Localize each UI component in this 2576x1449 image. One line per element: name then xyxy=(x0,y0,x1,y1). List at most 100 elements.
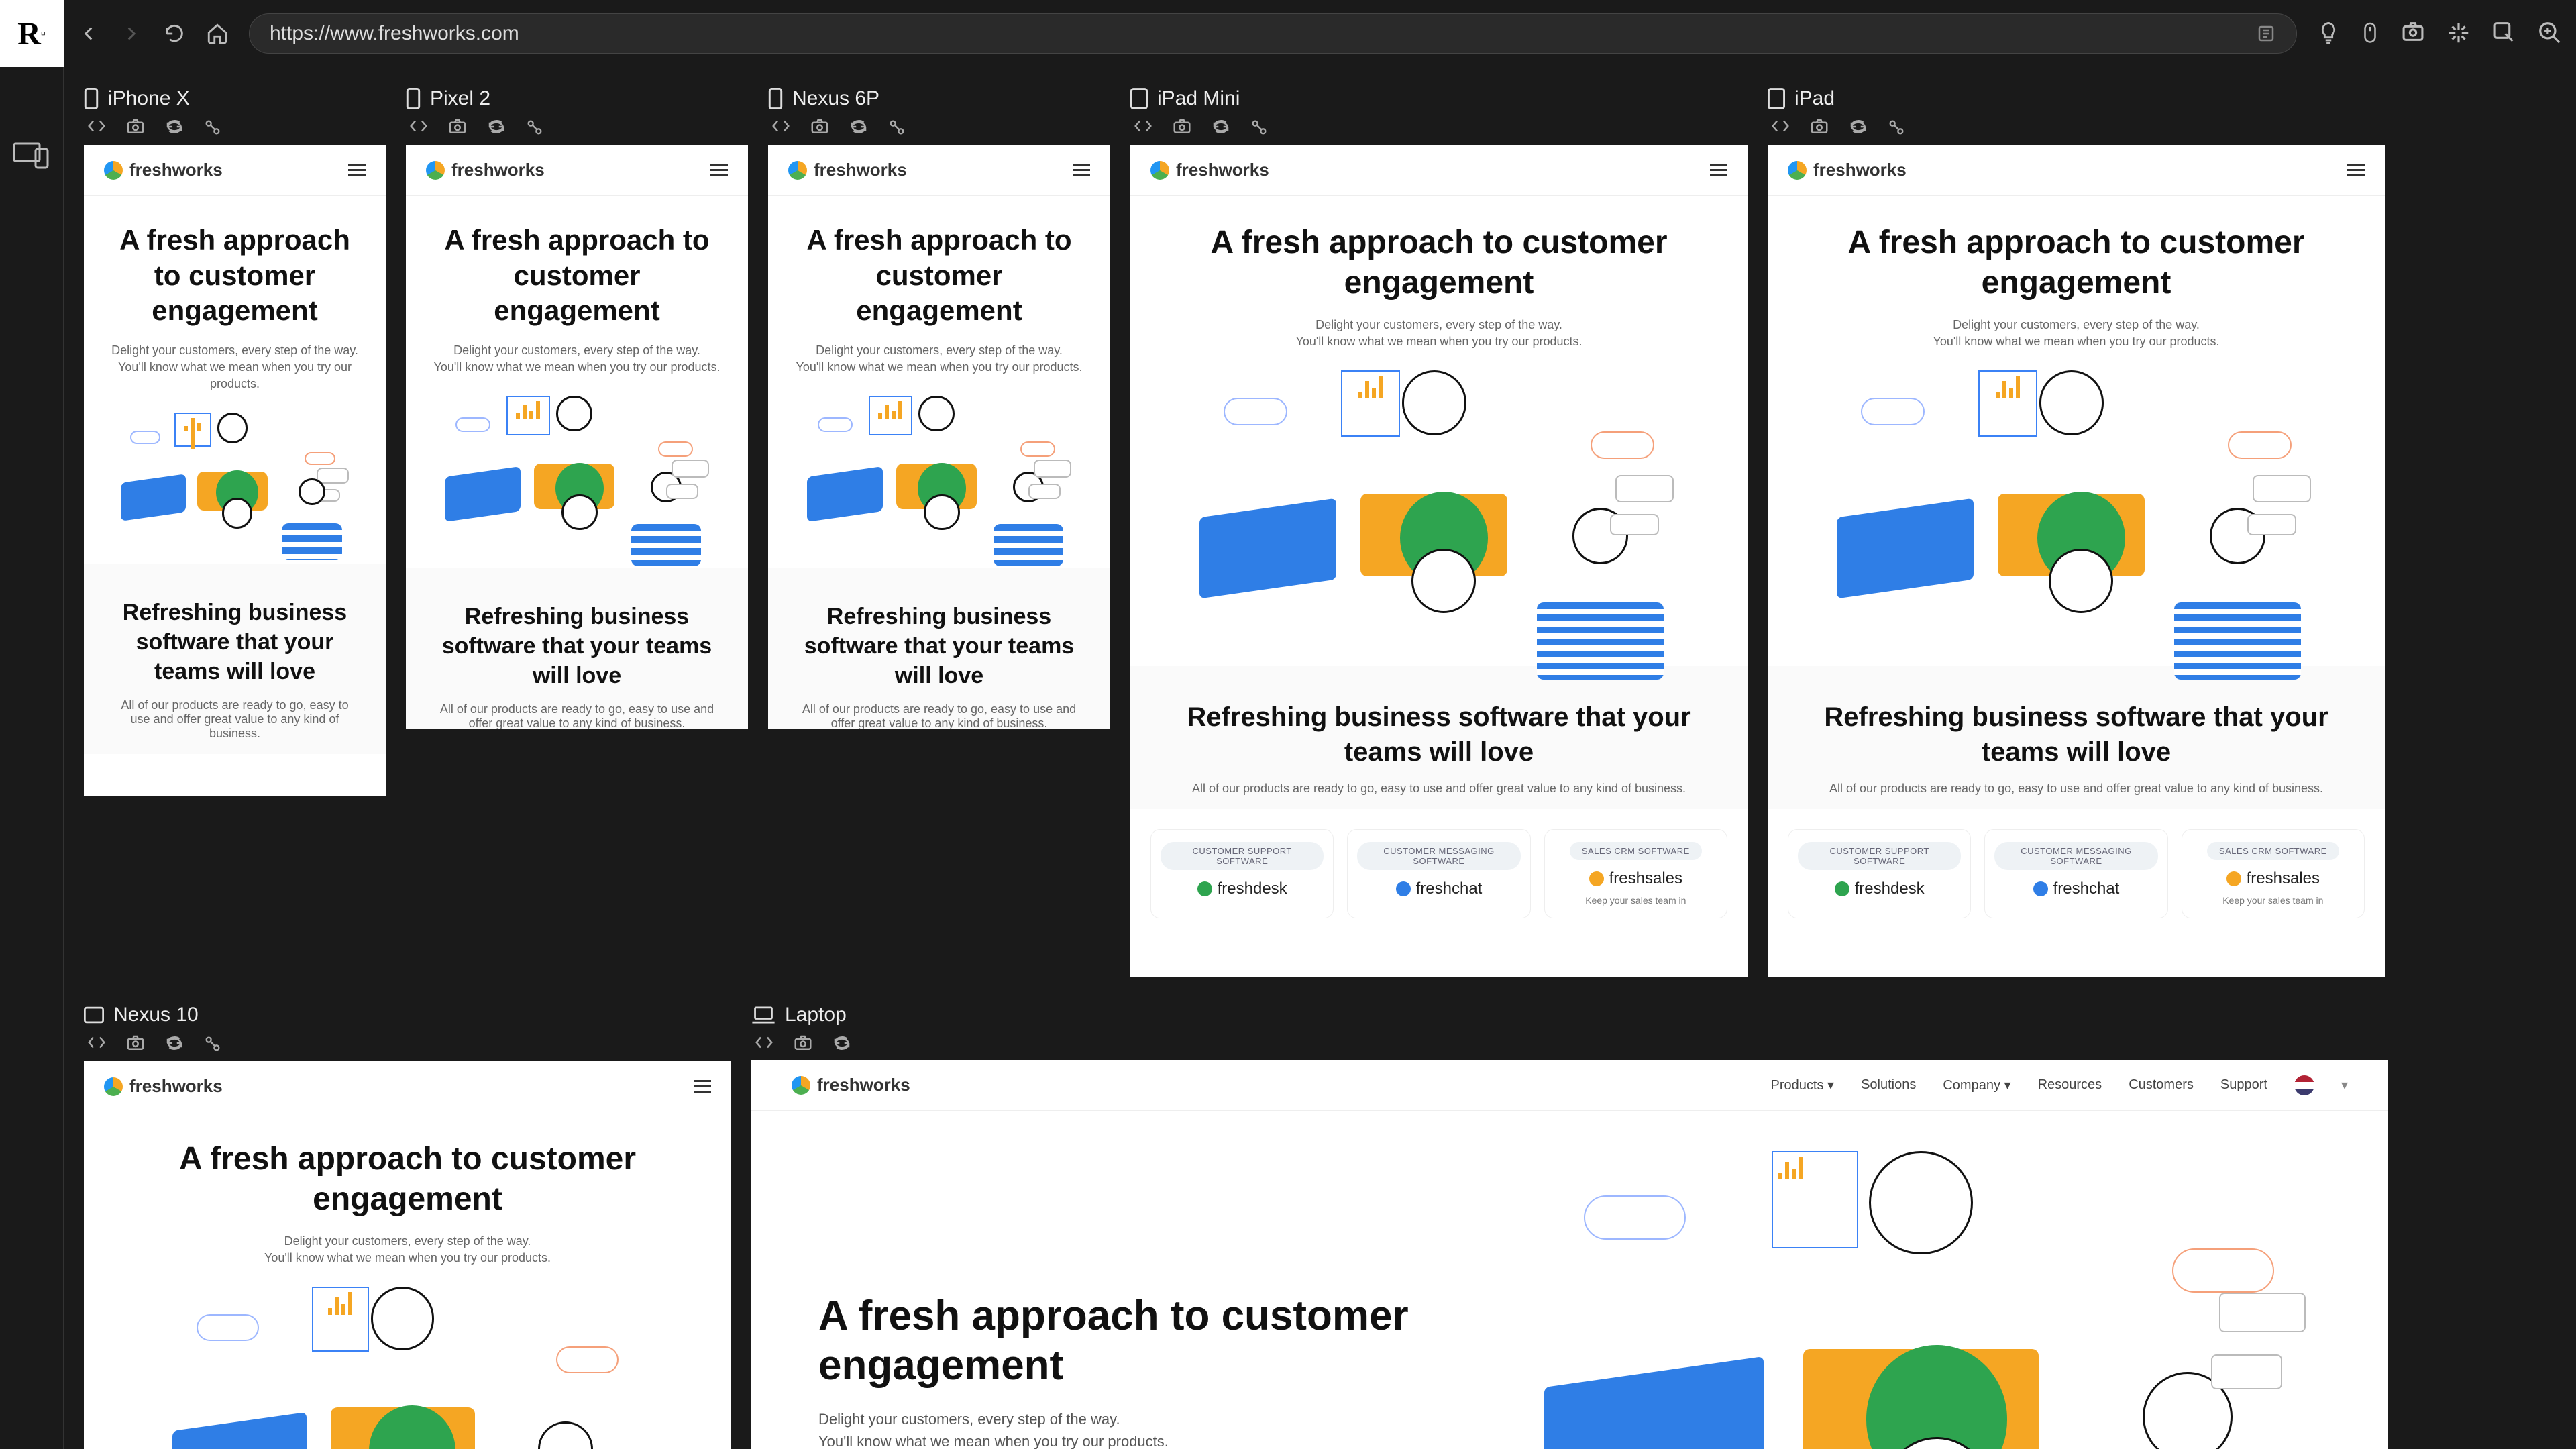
camera-icon[interactable] xyxy=(125,118,146,137)
site-logo[interactable]: freshworks xyxy=(1788,160,1907,180)
zoom-icon[interactable] xyxy=(2537,20,2563,47)
devtools-icon[interactable] xyxy=(771,118,791,137)
nav-products[interactable]: Products ▾ xyxy=(1771,1077,1835,1093)
devtools-icon[interactable] xyxy=(1133,118,1153,137)
nav-solutions[interactable]: Solutions xyxy=(1861,1077,1916,1093)
hamburger-icon[interactable] xyxy=(348,164,366,176)
devtools-icon[interactable] xyxy=(87,1034,107,1053)
left-rail: R▫ xyxy=(0,0,64,1449)
device-toolbar xyxy=(84,118,386,137)
right-tools xyxy=(2317,20,2563,47)
rotate-icon[interactable] xyxy=(849,118,869,137)
camera-icon[interactable] xyxy=(793,1034,813,1052)
hamburger-icon[interactable] xyxy=(2347,164,2365,176)
devices-icon[interactable] xyxy=(11,134,52,174)
site-logo[interactable]: freshworks xyxy=(788,160,907,180)
phone-icon xyxy=(84,88,99,109)
reader-mode-icon[interactable] xyxy=(2256,23,2276,44)
locale-flag-icon[interactable] xyxy=(2294,1075,2314,1095)
touch-icon[interactable] xyxy=(525,118,544,137)
rotate-icon[interactable] xyxy=(164,118,184,137)
camera-icon[interactable] xyxy=(810,118,830,137)
preview-nexus-10[interactable]: freshworks A fresh approach to customer … xyxy=(84,1061,731,1449)
product-cards: CUSTOMER SUPPORT SOFTWAREfreshdesk CUSTO… xyxy=(1130,809,1748,938)
hero-illustration xyxy=(1194,370,1683,645)
section2-title: Refreshing business software that your t… xyxy=(111,598,359,687)
card-freshchat[interactable]: CUSTOMER MESSAGING SOFTWAREfreshchat xyxy=(1347,829,1530,918)
device-nexus-6p: Nexus 6P freshworks A fresh approach to … xyxy=(768,87,1110,729)
site-logo[interactable]: freshworks xyxy=(426,160,545,180)
site-logo[interactable]: freshworks xyxy=(104,160,223,180)
hero-illustration xyxy=(1536,1151,2321,1449)
site-logo[interactable]: freshworks xyxy=(1150,160,1269,180)
camera-icon[interactable] xyxy=(1809,118,1829,137)
nav-company[interactable]: Company ▾ xyxy=(1943,1077,2010,1093)
preview-ipad[interactable]: freshworks A fresh approach to customer … xyxy=(1768,145,2385,977)
card-freshchat[interactable]: CUSTOMER MESSAGING SOFTWAREfreshchat xyxy=(1984,829,2167,918)
rotate-icon[interactable] xyxy=(1211,118,1231,137)
site-logo[interactable]: freshworks xyxy=(104,1076,223,1097)
rotate-icon[interactable] xyxy=(1848,118,1868,137)
preview-pixel-2[interactable]: freshworks A fresh approach to customer … xyxy=(406,145,748,729)
phone-icon xyxy=(768,88,783,109)
devtools-icon[interactable] xyxy=(754,1034,774,1052)
touch-icon[interactable] xyxy=(1250,118,1269,137)
hero-illustration xyxy=(1831,370,2320,645)
touch-icon[interactable] xyxy=(203,118,222,137)
laptop-icon xyxy=(751,1006,775,1024)
hero-title: A fresh approach to customer engagement xyxy=(108,223,362,329)
device-nexus-10: Nexus 10 freshworks A fresh approach to … xyxy=(84,1004,731,1449)
home-button[interactable] xyxy=(206,22,229,45)
reload-button[interactable] xyxy=(163,22,186,45)
nav-support[interactable]: Support xyxy=(2220,1077,2267,1093)
card-freshsales[interactable]: SALES CRM SOFTWAREfreshsalesKeep your sa… xyxy=(1544,829,1727,918)
card-freshsales[interactable]: SALES CRM SOFTWAREfreshsalesKeep your sa… xyxy=(2182,829,2365,918)
card-freshdesk[interactable]: CUSTOMER SUPPORT SOFTWAREfreshdesk xyxy=(1788,829,1971,918)
rotate-icon[interactable] xyxy=(486,118,506,137)
card-freshdesk[interactable]: CUSTOMER SUPPORT SOFTWAREfreshdesk xyxy=(1150,829,1334,918)
nav-resources[interactable]: Resources xyxy=(2038,1077,2102,1093)
camera-icon[interactable] xyxy=(1172,118,1192,137)
devtools-icon[interactable] xyxy=(87,118,107,137)
camera-icon[interactable] xyxy=(125,1034,146,1053)
forward-button[interactable] xyxy=(120,22,143,45)
url-bar[interactable]: https://www.freshworks.com xyxy=(249,13,2297,54)
preview-ipad-mini[interactable]: freshworks A fresh approach to customer … xyxy=(1130,145,1748,977)
rotate-icon[interactable] xyxy=(832,1034,852,1052)
hero-illustration xyxy=(168,1287,647,1449)
devtools-icon[interactable] xyxy=(409,118,429,137)
bulb-icon[interactable] xyxy=(2317,20,2340,47)
main-area: https://www.freshworks.com iPhone X xyxy=(64,0,2576,1449)
device-ipad: iPad freshworks A fresh approach to cust… xyxy=(1768,87,2385,977)
app-logo[interactable]: R▫ xyxy=(0,0,64,67)
rotate-icon[interactable] xyxy=(164,1034,184,1053)
back-button[interactable] xyxy=(77,22,100,45)
hamburger-icon[interactable] xyxy=(1073,164,1090,176)
phone-icon xyxy=(406,88,421,109)
site-nav: Products ▾ Solutions Company ▾ Resources… xyxy=(1771,1075,2348,1095)
preview-iphone-x[interactable]: freshworks A fresh approach to customer … xyxy=(84,145,386,796)
screenshot-icon[interactable] xyxy=(2400,20,2426,47)
hero-illustration xyxy=(804,396,1075,548)
hero-illustration xyxy=(118,413,352,544)
hamburger-icon[interactable] xyxy=(710,164,728,176)
inspect-icon[interactable] xyxy=(2491,20,2517,47)
device-laptop: Laptop freshworks Products ▾ Solutions xyxy=(751,1004,2388,1449)
tablet-icon xyxy=(84,1006,104,1024)
nav-customers[interactable]: Customers xyxy=(2129,1077,2194,1093)
preview-laptop[interactable]: freshworks Products ▾ Solutions Company … xyxy=(751,1060,2388,1449)
touch-icon[interactable] xyxy=(1887,118,1906,137)
sparkle-icon[interactable] xyxy=(2446,20,2471,47)
devtools-icon[interactable] xyxy=(1770,118,1790,137)
preview-grid: iPhone X freshworks A xyxy=(64,67,2576,1449)
hamburger-icon[interactable] xyxy=(694,1080,711,1093)
hamburger-icon[interactable] xyxy=(1710,164,1727,176)
camera-icon[interactable] xyxy=(447,118,468,137)
preview-nexus-6p[interactable]: freshworks A fresh approach to customer … xyxy=(768,145,1110,729)
tablet-icon xyxy=(1768,88,1785,109)
site-logo[interactable]: freshworks xyxy=(792,1075,910,1095)
touch-icon[interactable] xyxy=(888,118,906,137)
device-ipad-mini: iPad Mini freshworks A fresh approach to… xyxy=(1130,87,1748,977)
mouse-icon[interactable] xyxy=(2360,20,2380,47)
touch-icon[interactable] xyxy=(203,1034,222,1053)
